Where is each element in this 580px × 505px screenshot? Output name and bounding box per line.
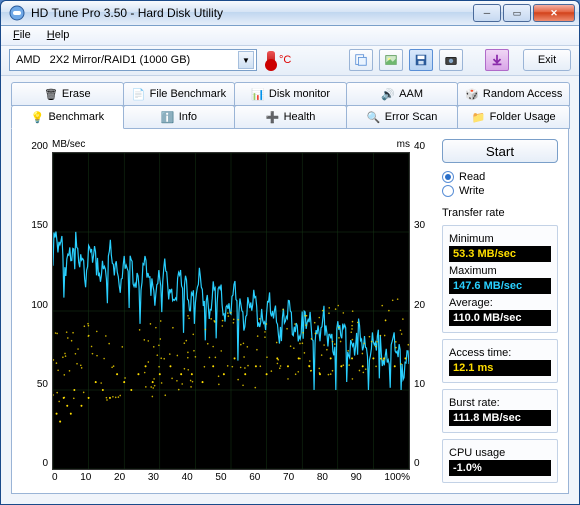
health-icon: ➕ (266, 110, 280, 124)
gauge-icon: 💡 (30, 110, 44, 124)
trash-icon: 🗑 (44, 87, 58, 101)
tab-benchmark[interactable]: 💡Benchmark (11, 105, 124, 129)
minimize-button[interactable]: ─ (473, 4, 501, 22)
menu-file[interactable]: File (7, 27, 37, 43)
cpu-value: -1.0% (449, 460, 551, 476)
monitor-icon: 📊 (251, 87, 265, 101)
access-time-group: Access time: 12.1 ms (442, 339, 558, 383)
radio-dot-icon (442, 171, 454, 183)
min-value: 53.3 MB/sec (449, 246, 551, 262)
y-axis-left: 200150100500 (22, 139, 52, 483)
side-panel: Start Read Write Transfer rate Minimum 5… (442, 139, 558, 483)
search-icon: 🔍 (367, 110, 381, 124)
transfer-rate-group: Minimum 53.3 MB/sec Maximum 147.6 MB/sec… (442, 225, 558, 333)
app-window: HD Tune Pro 3.50 - Hard Disk Utility ─ ▭… (0, 0, 580, 505)
tab-erase[interactable]: 🗑Erase (11, 82, 124, 106)
chevron-down-icon: ▼ (238, 51, 254, 69)
drive-vendor: AMD (16, 54, 40, 66)
benchmark-panel: 200150100500 MB/sec ms 01020304050607080… (11, 129, 569, 494)
toolbar: AMD 2X2 Mirror/RAID1 (1000 GB) ▼ °C Exit (1, 46, 579, 76)
temperature-value: °C (279, 54, 291, 66)
menubar: File Help (1, 26, 579, 46)
file-icon: 📄 (132, 87, 146, 101)
transfer-rate-label: Transfer rate (442, 207, 558, 219)
access-value: 12.1 ms (449, 360, 551, 376)
right-unit: ms (397, 139, 410, 152)
mode-read-radio[interactable]: Read (442, 171, 558, 183)
content-area: 🗑Erase 📄File Benchmark 📊Disk monitor 🔊AA… (1, 76, 579, 504)
app-icon (9, 5, 25, 21)
titlebar[interactable]: HD Tune Pro 3.50 - Hard Disk Utility ─ ▭… (1, 1, 579, 26)
close-button[interactable]: ✕ (533, 4, 575, 22)
tab-aam[interactable]: 🔊AAM (346, 82, 459, 106)
avg-value: 110.0 MB/sec (449, 310, 551, 326)
options-button[interactable] (485, 49, 509, 71)
avg-label: Average: (449, 297, 551, 309)
access-label: Access time: (449, 347, 551, 359)
start-button[interactable]: Start (442, 139, 558, 163)
copy-text-button[interactable] (349, 49, 373, 71)
random-icon: 🎲 (465, 87, 479, 101)
copy-image-button[interactable] (379, 49, 403, 71)
tab-info[interactable]: ℹ️Info (123, 105, 236, 129)
maximize-button[interactable]: ▭ (503, 4, 531, 22)
x-axis: 0102030405060708090100% (52, 470, 410, 483)
tab-folder-usage[interactable]: 📁Folder Usage (457, 105, 570, 129)
speaker-icon: 🔊 (381, 87, 395, 101)
temperature: °C (267, 51, 291, 69)
tab-row-2: 💡Benchmark ℹ️Info ➕Health 🔍Error Scan 📁F… (11, 105, 569, 129)
menu-help[interactable]: Help (41, 27, 76, 43)
left-unit: MB/sec (52, 139, 85, 152)
window-title: HD Tune Pro 3.50 - Hard Disk Utility (31, 6, 473, 20)
max-label: Maximum (449, 265, 551, 277)
chart-area: 200150100500 MB/sec ms 01020304050607080… (22, 139, 432, 483)
drive-model: 2X2 Mirror/RAID1 (1000 GB) (50, 54, 191, 66)
folder-icon: 📁 (472, 110, 486, 124)
max-value: 147.6 MB/sec (449, 278, 551, 294)
radio-dot-icon (442, 185, 454, 197)
save-button[interactable] (409, 49, 433, 71)
tab-file-benchmark[interactable]: 📄File Benchmark (123, 82, 236, 106)
info-icon: ℹ️ (161, 110, 175, 124)
y-axis-right: 403020100 (410, 139, 432, 483)
burst-value: 111.8 MB/sec (449, 410, 551, 426)
burst-label: Burst rate: (449, 397, 551, 409)
tab-row-1: 🗑Erase 📄File Benchmark 📊Disk monitor 🔊AA… (11, 82, 569, 106)
screenshot-button[interactable] (439, 49, 463, 71)
thermometer-icon (267, 51, 275, 69)
cpu-label: CPU usage (449, 447, 551, 459)
benchmark-plot (52, 152, 410, 470)
drive-select[interactable]: AMD 2X2 Mirror/RAID1 (1000 GB) ▼ (9, 49, 257, 71)
tab-error-scan[interactable]: 🔍Error Scan (346, 105, 459, 129)
tab-health[interactable]: ➕Health (234, 105, 347, 129)
tab-disk-monitor[interactable]: 📊Disk monitor (234, 82, 347, 106)
cpu-usage-group: CPU usage -1.0% (442, 439, 558, 483)
tab-random-access[interactable]: 🎲Random Access (457, 82, 570, 106)
min-label: Minimum (449, 233, 551, 245)
mode-write-radio[interactable]: Write (442, 185, 558, 197)
exit-button[interactable]: Exit (523, 49, 571, 71)
burst-rate-group: Burst rate: 111.8 MB/sec (442, 389, 558, 433)
